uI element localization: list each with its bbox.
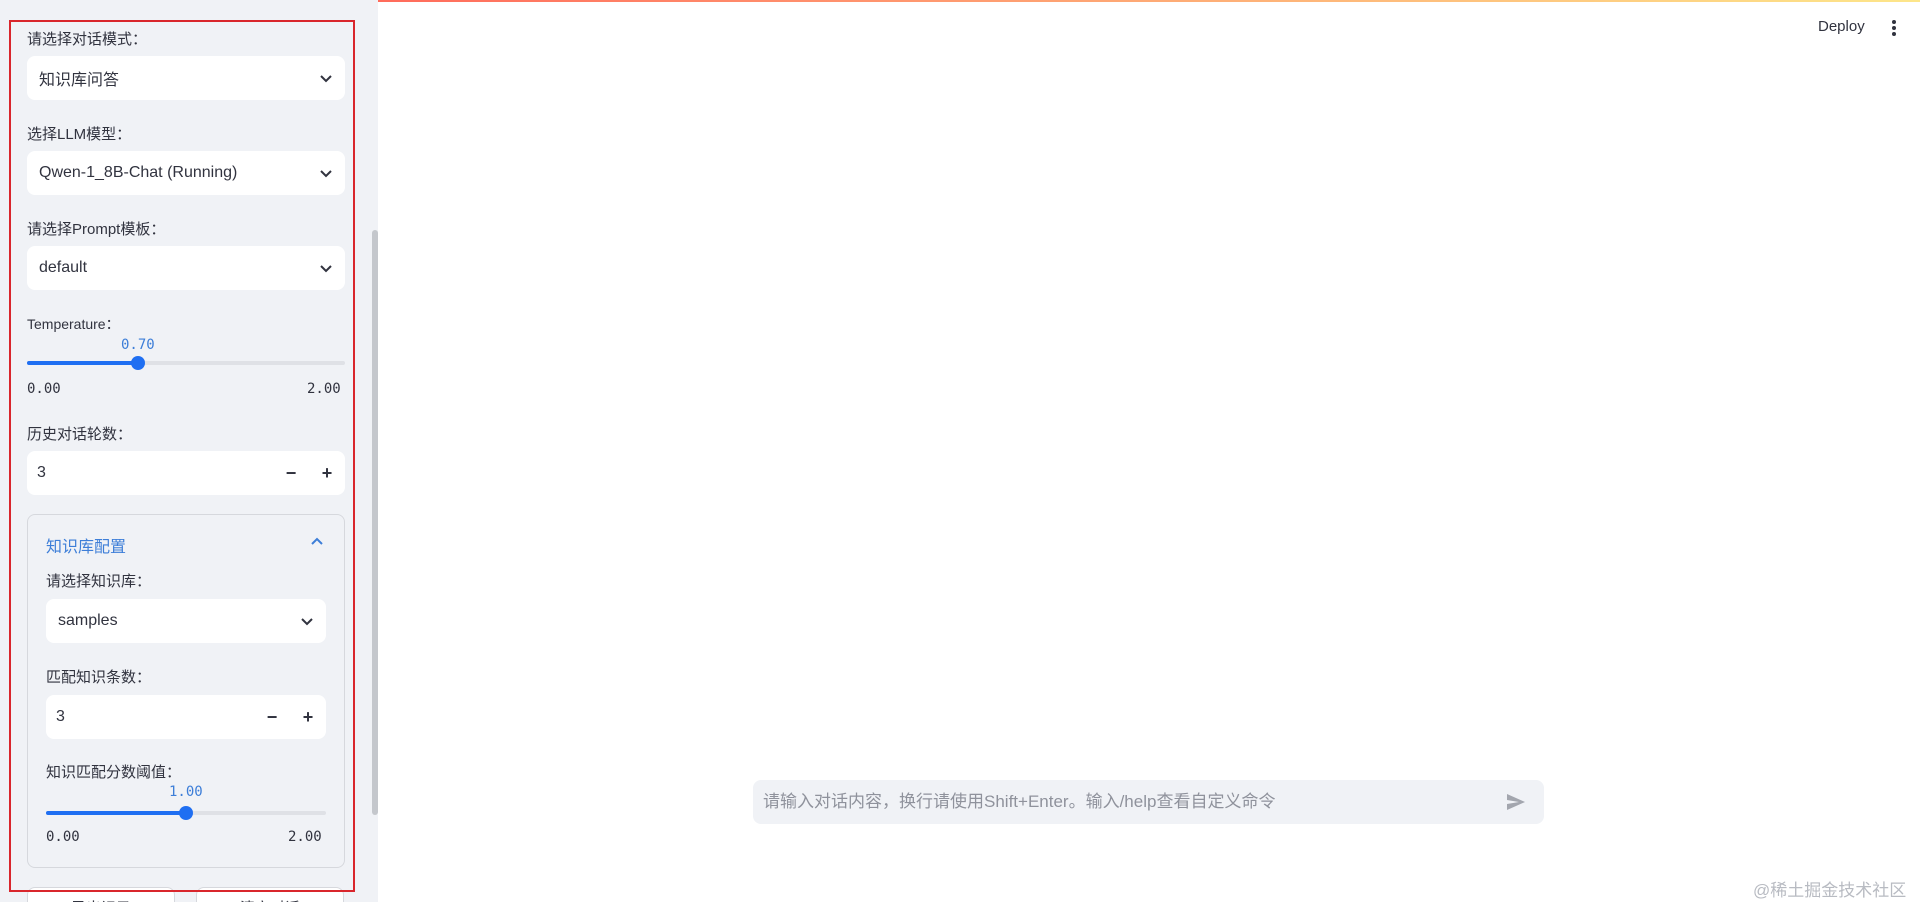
send-icon[interactable]: [1504, 790, 1528, 814]
chevron-down-icon: [301, 618, 313, 626]
kb-select[interactable]: samples: [46, 599, 326, 643]
match-count-value[interactable]: 3: [46, 708, 254, 726]
chevron-down-icon: [320, 75, 332, 83]
temperature-slider-thumb[interactable]: [131, 356, 145, 370]
temperature-min: 0.00: [27, 381, 61, 397]
kb-config-expander: 知识库配置 请选择知识库： samples 匹配知识条数： 3 − + 知识匹配…: [27, 514, 345, 868]
temperature-slider[interactable]: [27, 356, 345, 370]
history-rounds-decrement-button[interactable]: −: [273, 451, 309, 495]
kb-select-label: 请选择知识库：: [46, 573, 152, 590]
match-count-decrement-button[interactable]: −: [254, 695, 290, 739]
kebab-menu-icon[interactable]: [1887, 18, 1901, 38]
match-count-input[interactable]: 3 − +: [46, 695, 326, 739]
kb-select-value: samples: [58, 612, 118, 629]
score-threshold-max: 2.00: [288, 829, 322, 845]
export-record-button[interactable]: 导出记录: [27, 887, 175, 902]
prompt-template-value: default: [39, 259, 88, 276]
dialog-mode-label: 请选择对话模式：: [27, 31, 148, 48]
history-rounds-input[interactable]: 3 − +: [27, 451, 345, 495]
chevron-up-icon[interactable]: [310, 535, 324, 549]
temperature-slider-fill: [27, 361, 138, 365]
temperature-label: Temperature：: [27, 316, 120, 332]
score-threshold-slider[interactable]: [46, 806, 326, 820]
history-rounds-value[interactable]: 3: [27, 464, 273, 482]
deploy-button[interactable]: Deploy: [1818, 18, 1865, 35]
temperature-max: 2.00: [307, 381, 341, 397]
sidebar-scrollbar[interactable]: [372, 230, 378, 815]
dialog-mode-value: 知识库问答: [39, 72, 120, 89]
temperature-current-value: 0.70: [121, 337, 155, 353]
prompt-template-select[interactable]: default: [27, 246, 345, 290]
chat-input[interactable]: [763, 792, 1504, 812]
history-rounds-increment-button[interactable]: +: [309, 451, 345, 495]
dialog-mode-select[interactable]: 知识库问答: [27, 56, 345, 100]
kb-config-title[interactable]: 知识库配置: [46, 533, 126, 557]
match-count-label: 匹配知识条数：: [46, 669, 152, 686]
llm-model-label: 选择LLM模型：: [27, 126, 132, 143]
score-threshold-slider-thumb[interactable]: [179, 806, 193, 820]
score-threshold-slider-fill: [46, 811, 186, 815]
score-threshold-min: 0.00: [46, 829, 80, 845]
sidebar: 请选择对话模式： 知识库问答 选择LLM模型： Qwen-1_8B-Chat (…: [0, 0, 378, 902]
llm-model-select[interactable]: Qwen-1_8B-Chat (Running): [27, 151, 345, 195]
chevron-down-icon: [320, 170, 332, 178]
clear-chat-button[interactable]: 清空对话: [196, 887, 344, 902]
chat-input-container: [753, 780, 1544, 824]
prompt-template-label: 请选择Prompt模板：: [27, 221, 166, 238]
history-rounds-label: 历史对话轮数：: [27, 426, 133, 443]
score-threshold-current-value: 1.00: [169, 784, 203, 800]
watermark: @稀土掘金技术社区: [1753, 881, 1907, 900]
score-threshold-label: 知识匹配分数阈值：: [46, 764, 182, 781]
match-count-increment-button[interactable]: +: [290, 695, 326, 739]
llm-model-value: Qwen-1_8B-Chat (Running): [39, 164, 238, 181]
chevron-down-icon: [320, 265, 332, 273]
